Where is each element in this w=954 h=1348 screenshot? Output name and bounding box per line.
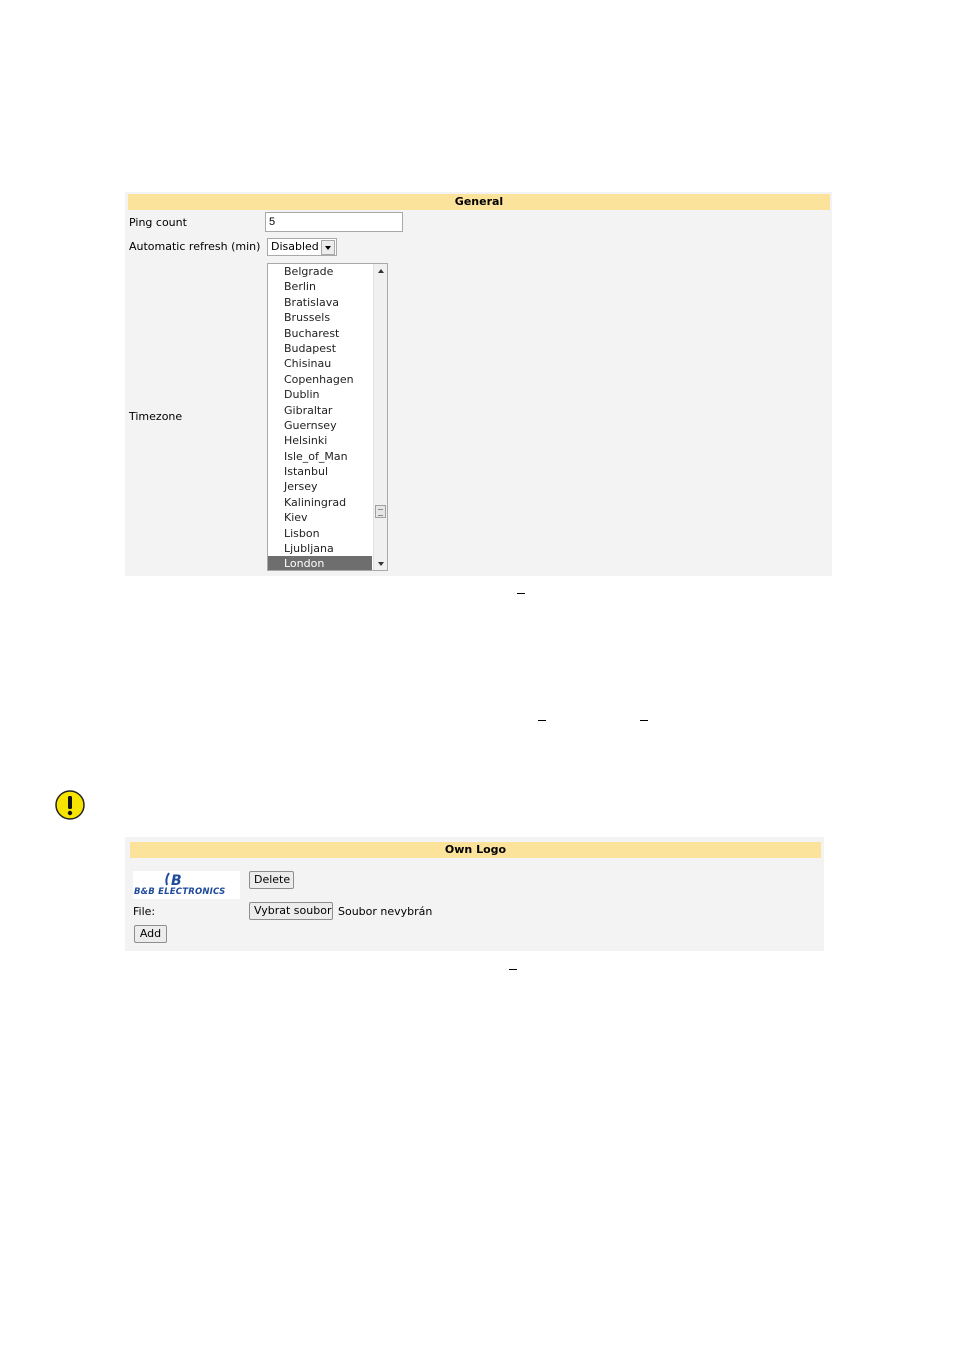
- timezone-option[interactable]: Istanbul: [268, 464, 372, 479]
- timezone-option[interactable]: London: [268, 556, 372, 570]
- timezone-option[interactable]: Berlin: [268, 279, 372, 294]
- add-logo-button[interactable]: Add: [134, 925, 167, 943]
- separator-dash: [640, 720, 648, 721]
- ping-count-input[interactable]: [265, 212, 403, 232]
- timezone-option[interactable]: Bucharest: [268, 326, 372, 341]
- no-file-chosen-text: Soubor nevybrán: [338, 905, 433, 918]
- timezone-option[interactable]: Kaliningrad: [268, 495, 372, 510]
- ping-count-label: Ping count: [129, 216, 187, 229]
- timezone-option[interactable]: Jersey: [268, 479, 372, 494]
- timezone-option[interactable]: Guernsey: [268, 418, 372, 433]
- timezone-option[interactable]: Copenhagen: [268, 372, 372, 387]
- timezone-option[interactable]: Budapest: [268, 341, 372, 356]
- timezone-option[interactable]: Helsinki: [268, 433, 372, 448]
- timezone-label: Timezone: [129, 410, 183, 423]
- timezone-scrollbar[interactable]: [373, 264, 387, 570]
- file-label: File:: [133, 905, 156, 918]
- separator-dash: [538, 720, 546, 721]
- warning-icon: [55, 790, 85, 820]
- timezone-option[interactable]: Isle_of_Man: [268, 449, 372, 464]
- timezone-option[interactable]: Kiev: [268, 510, 372, 525]
- timezone-option[interactable]: Ljubljana: [268, 541, 372, 556]
- general-panel: General Ping count Automatic refresh (mi…: [125, 192, 832, 576]
- separator-dash: [509, 969, 517, 970]
- own-logo-header: Own Logo: [130, 842, 821, 858]
- timezone-options: Belgrade Berlin Bratislava Brussels Buchares…: [268, 264, 372, 570]
- general-header: General: [128, 194, 830, 210]
- timezone-listbox[interactable]: Belgrade Berlin Bratislava Brussels Buchares…: [267, 263, 388, 571]
- timezone-option[interactable]: Belgrade: [268, 264, 372, 279]
- logo-text: B&B ELECTRONICS: [134, 887, 226, 897]
- timezone-option[interactable]: Bratislava: [268, 295, 372, 310]
- timezone-option[interactable]: Dublin: [268, 387, 372, 402]
- delete-logo-button[interactable]: Delete: [249, 871, 294, 889]
- timezone-option[interactable]: Gibraltar: [268, 403, 372, 418]
- separator-dash: [517, 593, 525, 594]
- company-logo: B B&B ELECTRONICS: [133, 871, 240, 899]
- scroll-down-arrow-icon[interactable]: [374, 557, 387, 570]
- choose-file-button[interactable]: Vybrat soubor: [249, 902, 333, 920]
- auto-refresh-label: Automatic refresh (min): [129, 240, 261, 253]
- timezone-option[interactable]: Lisbon: [268, 526, 372, 541]
- dropdown-arrow-icon[interactable]: [321, 240, 335, 255]
- scroll-up-arrow-icon[interactable]: [374, 264, 387, 277]
- timezone-option[interactable]: Brussels: [268, 310, 372, 325]
- auto-refresh-select[interactable]: Disabled: [267, 238, 337, 256]
- scroll-thumb[interactable]: [375, 505, 386, 518]
- own-logo-panel: Own Logo B B&B ELECTRONICS Delete File: …: [125, 837, 824, 951]
- timezone-option[interactable]: Chisinau: [268, 356, 372, 371]
- auto-refresh-value: Disabled: [271, 240, 319, 253]
